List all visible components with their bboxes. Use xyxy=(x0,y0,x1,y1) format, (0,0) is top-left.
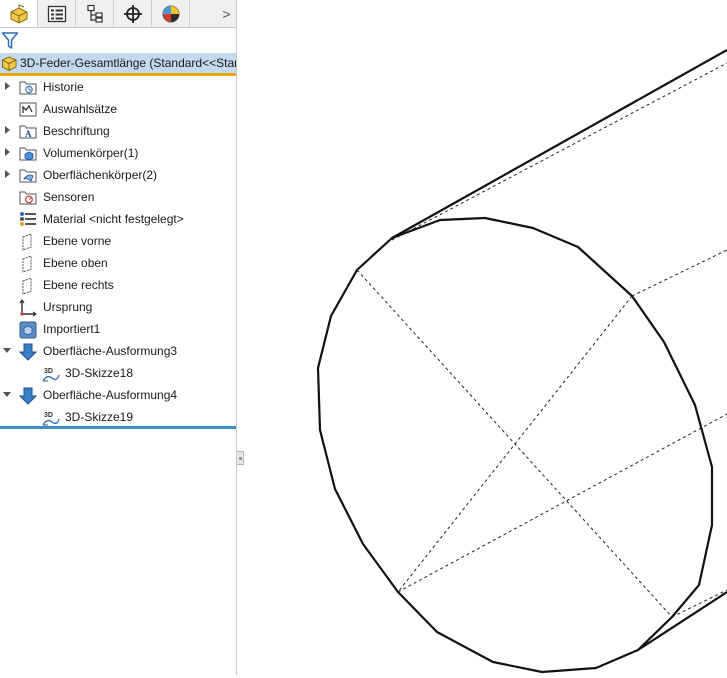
surface-bodies-folder-icon xyxy=(19,167,37,186)
chevron-right-icon[interactable] xyxy=(2,147,12,157)
tree-item[interactable]: Auswahlsätze xyxy=(0,98,236,120)
appearance-ball-icon xyxy=(162,5,179,22)
tree-item-label: Oberfläche-Ausformung4 xyxy=(43,388,178,402)
selection-sets-icon xyxy=(19,101,37,120)
tree-item-label: Oberfläche-Ausformung3 xyxy=(43,344,178,358)
cylinder-end-face-edge xyxy=(316,216,714,674)
tree-item-label: Importiert1 xyxy=(43,322,101,336)
tab-display-manager[interactable] xyxy=(152,0,190,27)
tab-configuration-manager[interactable] xyxy=(76,0,114,27)
model-view xyxy=(316,49,727,674)
svg-text:3D: 3D xyxy=(44,412,53,419)
plane-icon xyxy=(19,233,35,254)
tree-item[interactable]: Oberflächenkörper(2) xyxy=(0,164,236,186)
solid-bodies-folder-icon xyxy=(19,145,37,164)
chevron-down-icon[interactable] xyxy=(2,389,12,399)
tree-item[interactable]: Ebene vorne xyxy=(0,230,236,252)
tree-item-label: Ebene oben xyxy=(43,256,108,270)
part-icon xyxy=(2,56,17,72)
plane-icon xyxy=(19,255,35,276)
tab-feature-manager[interactable] xyxy=(0,0,38,27)
material-icon xyxy=(19,211,37,230)
property-list-icon xyxy=(47,5,66,22)
loft-surface-icon xyxy=(18,387,38,408)
tree-item-label: Historie xyxy=(43,80,84,94)
root-part-label: 3D-Feder-Gesamtlänge (Standard<<Standard… xyxy=(20,56,236,70)
3d-sketch-icon: 3D xyxy=(41,365,61,386)
tree-item[interactable]: Importiert1 xyxy=(0,318,236,340)
tree-item[interactable]: Oberfläche-Ausformung4 xyxy=(0,384,236,406)
tree-item[interactable]: Historie xyxy=(0,76,236,98)
tree-item[interactable]: Ursprung xyxy=(0,296,236,318)
tab-property-manager[interactable] xyxy=(38,0,76,27)
tree-item[interactable]: Ebene rechts xyxy=(0,274,236,296)
tree-item[interactable]: Ebene oben xyxy=(0,252,236,274)
hidden-edge-top xyxy=(391,62,727,241)
tab-overflow-button[interactable]: > xyxy=(217,0,236,27)
manager-tab-bar: > xyxy=(0,0,236,28)
cylinder-top-silhouette xyxy=(391,49,727,239)
svg-text:A: A xyxy=(25,129,32,139)
chevron-right-icon: > xyxy=(222,5,231,22)
tree-item-label: Ebene vorne xyxy=(43,234,112,248)
tree-item[interactable]: A Beschriftung xyxy=(0,120,236,142)
filter-icon[interactable] xyxy=(1,31,19,50)
tree-item-label: Material <nicht festgelegt> xyxy=(43,212,184,226)
tab-dimxpert-manager[interactable] xyxy=(114,0,152,27)
tree-item-label: Auswahlsätze xyxy=(43,102,118,116)
hidden-edge-upper xyxy=(631,249,727,297)
tree-item[interactable]: Material <nicht festgelegt> xyxy=(0,208,236,230)
plane-icon xyxy=(19,277,35,298)
chevron-down-icon[interactable] xyxy=(2,345,12,355)
tree-item-label: Oberflächenkörper(2) xyxy=(43,168,158,182)
rollback-bar[interactable] xyxy=(0,426,236,429)
hidden-edge-bottom xyxy=(671,589,727,618)
tree-item-label: Sensoren xyxy=(43,190,95,204)
tree-item[interactable]: Volumenkörper(1) xyxy=(0,142,236,164)
annotations-folder-icon: A xyxy=(19,123,37,142)
feature-manager-panel: > 3D-Feder-Gesamtlänge (Standard<<Standa… xyxy=(0,0,237,675)
crosshair-icon xyxy=(123,4,142,23)
tree-item-label: Volumenkörper(1) xyxy=(43,146,139,160)
tree-item[interactable]: 3D 3D-Skizze19 xyxy=(0,406,236,428)
feature-filter-row xyxy=(0,29,236,51)
origin-icon xyxy=(19,298,38,320)
tree-root-part[interactable]: 3D-Feder-Gesamtlänge (Standard<<Standard… xyxy=(0,53,236,76)
diagonal-2 xyxy=(397,295,633,593)
tree-item[interactable]: Sensoren xyxy=(0,186,236,208)
sensors-folder-icon xyxy=(19,189,37,208)
graphics-area[interactable] xyxy=(238,0,727,675)
history-folder-icon xyxy=(19,79,37,98)
tree-item[interactable]: 3D 3D-Skizze18 xyxy=(0,362,236,384)
tree-item-label: 3D-Skizze19 xyxy=(65,410,134,424)
tree-item-label: Ebene rechts xyxy=(43,278,114,292)
tree-item[interactable]: Oberfläche-Ausformung3 xyxy=(0,340,236,362)
tree-item-label: Beschriftung xyxy=(43,124,110,138)
imported-body-icon xyxy=(19,321,37,342)
configuration-icon xyxy=(86,4,103,23)
tree-item-label: 3D-Skizze18 xyxy=(65,366,134,380)
cylinder-bottom-silhouette xyxy=(637,591,727,651)
svg-text:3D: 3D xyxy=(44,368,53,375)
hidden-edge-lower xyxy=(397,413,727,593)
chevron-right-icon[interactable] xyxy=(2,81,12,91)
part-tree-icon xyxy=(10,3,27,24)
chevron-right-icon[interactable] xyxy=(2,169,12,179)
chevron-right-icon[interactable] xyxy=(2,125,12,135)
tree-item-label: Ursprung xyxy=(43,300,93,314)
diagonal-1 xyxy=(356,269,673,618)
loft-surface-icon xyxy=(18,343,38,364)
